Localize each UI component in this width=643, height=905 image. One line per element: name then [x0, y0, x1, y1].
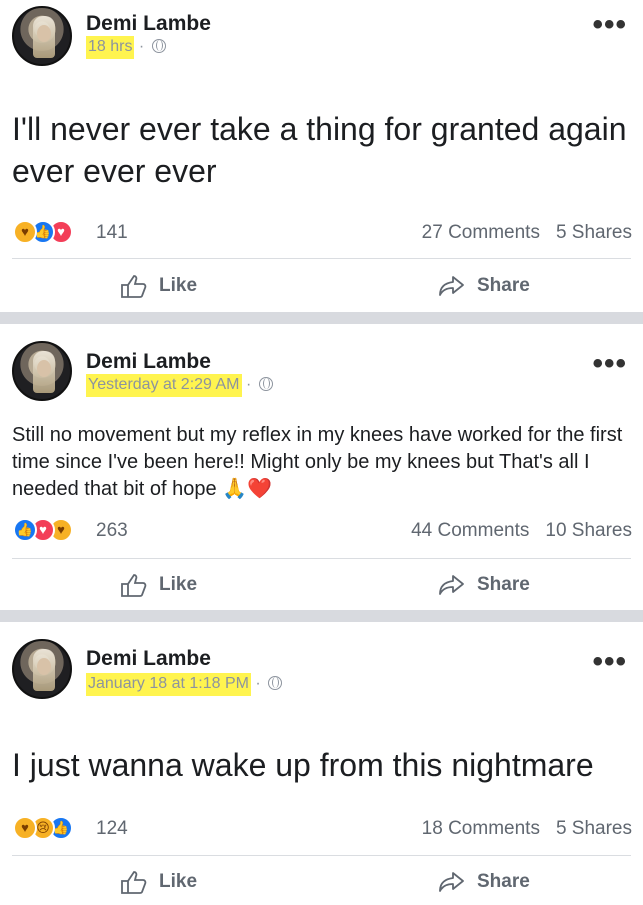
comments-count[interactable]: 44 Comments	[411, 520, 529, 541]
post-text: Still no movement but my reflex in my kn…	[12, 424, 623, 500]
post-timestamp[interactable]: January 18 at 1:18 PM ·	[86, 673, 283, 696]
like-label: Like	[159, 871, 198, 892]
share-label: Share	[477, 574, 530, 595]
comments-count[interactable]: 27 Comments	[422, 222, 540, 243]
share-button[interactable]: Share	[438, 560, 530, 610]
globe-icon	[268, 676, 283, 690]
author-name[interactable]: Demi Lambe	[86, 12, 211, 36]
post-header: Demi Lambe January 18 at 1:18 PM · •••	[0, 622, 643, 699]
more-options-icon[interactable]: •••	[592, 10, 627, 40]
divider	[12, 258, 631, 259]
like-label: Like	[159, 275, 198, 296]
reaction-count[interactable]: 263	[96, 520, 128, 542]
thumbs-up-icon	[121, 275, 147, 298]
timestamp-text: January 18 at 1:18 PM	[86, 673, 251, 696]
reaction-bar: ♥ 😢 👍 124 18 Comments 5 Shares	[0, 816, 643, 850]
post-text: I'll never ever take a thing for granted…	[12, 111, 627, 189]
avatar-face	[37, 658, 51, 675]
reaction-count[interactable]: 124	[96, 818, 128, 840]
shares-count[interactable]: 5 Shares	[556, 222, 632, 243]
share-button[interactable]: Share	[438, 261, 530, 311]
post-header: Demi Lambe 18 hrs · •••	[0, 0, 643, 66]
shares-count[interactable]: 5 Shares	[556, 818, 632, 839]
thumbs-up-icon	[121, 871, 147, 894]
reaction-bar: 👍 ♥ ♥ 263 44 Comments 10 Shares	[0, 518, 643, 552]
globe-icon	[258, 377, 273, 391]
post-header: Demi Lambe Yesterday at 2:29 AM · •••	[0, 324, 643, 401]
post-stats: 44 Comments 10 Shares	[411, 520, 632, 542]
reaction-icons[interactable]: ♥ 👍 ♥	[13, 220, 91, 246]
post-3: Demi Lambe January 18 at 1:18 PM · ••• I…	[0, 622, 643, 905]
action-bar: Like Share	[0, 261, 643, 311]
share-arrow-icon	[439, 276, 464, 296]
shares-count[interactable]: 10 Shares	[545, 520, 632, 541]
author-name[interactable]: Demi Lambe	[86, 350, 211, 374]
like-button[interactable]: Like	[120, 857, 197, 905]
reaction-bar: ♥ 👍 ♥ 141 27 Comments 5 Shares	[0, 220, 643, 254]
timestamp-text: 18 hrs	[86, 36, 135, 59]
more-options-icon[interactable]: •••	[592, 349, 627, 379]
reaction-icons[interactable]: 👍 ♥ ♥	[13, 518, 91, 544]
post-separator	[0, 610, 643, 622]
author-avatar[interactable]	[12, 639, 72, 699]
care-reaction-icon: ♥	[13, 816, 37, 840]
avatar-face	[37, 25, 51, 42]
avatar-face	[37, 360, 51, 377]
post-stats: 18 Comments 5 Shares	[422, 818, 632, 840]
divider	[12, 558, 631, 559]
like-button[interactable]: Like	[120, 261, 197, 311]
post-2: Demi Lambe Yesterday at 2:29 AM · ••• St…	[0, 324, 643, 612]
care-reaction-icon: ♥	[13, 220, 37, 244]
thumbs-up-icon	[121, 574, 147, 597]
author-name[interactable]: Demi Lambe	[86, 647, 211, 671]
post-1: Demi Lambe 18 hrs · ••• I'll never ever …	[0, 0, 643, 315]
share-label: Share	[477, 871, 530, 892]
reaction-icons[interactable]: ♥ 😢 👍	[13, 816, 91, 842]
post-stats: 27 Comments 5 Shares	[422, 222, 632, 244]
share-button[interactable]: Share	[438, 857, 530, 905]
share-arrow-icon	[439, 872, 464, 892]
like-button[interactable]: Like	[120, 560, 197, 610]
divider	[12, 855, 631, 856]
post-separator	[0, 312, 643, 324]
action-bar: Like Share	[0, 857, 643, 905]
action-bar: Like Share	[0, 560, 643, 610]
post-text: I just wanna wake up from this nightmare	[12, 747, 594, 783]
share-arrow-icon	[439, 575, 464, 595]
like-reaction-icon: 👍	[13, 518, 37, 542]
author-avatar[interactable]	[12, 6, 72, 66]
globe-icon	[151, 39, 166, 53]
post-timestamp[interactable]: Yesterday at 2:29 AM ·	[86, 374, 273, 397]
like-label: Like	[159, 574, 198, 595]
more-options-icon[interactable]: •••	[592, 647, 627, 677]
reaction-count[interactable]: 141	[96, 222, 128, 244]
share-label: Share	[477, 275, 530, 296]
post-timestamp[interactable]: 18 hrs ·	[86, 36, 166, 59]
timestamp-text: Yesterday at 2:29 AM	[86, 374, 242, 397]
comments-count[interactable]: 18 Comments	[422, 818, 540, 839]
author-avatar[interactable]	[12, 341, 72, 401]
